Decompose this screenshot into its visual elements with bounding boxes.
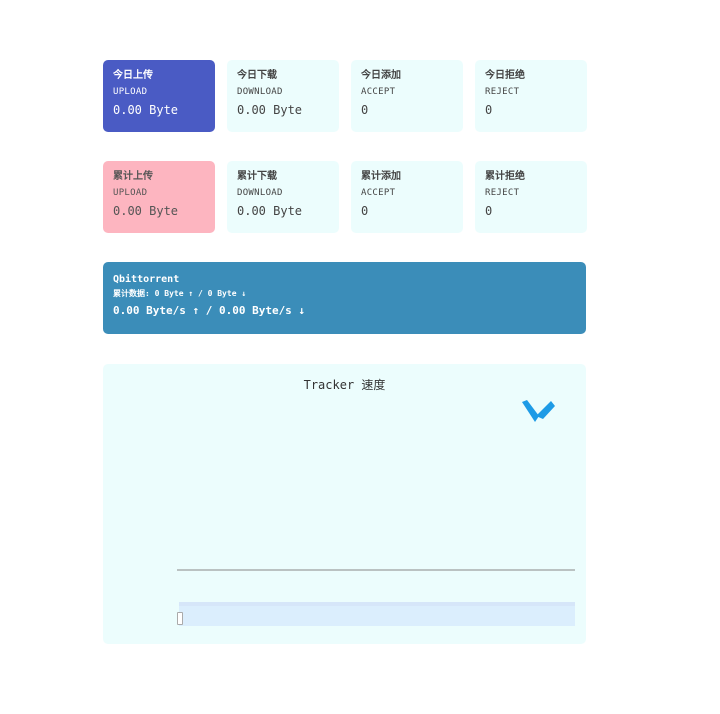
card-title: 今日上传	[113, 70, 153, 81]
total-accept-card: 累计添加 ACCEPT 0	[351, 161, 463, 233]
client-name: Qbittorrent	[113, 274, 180, 285]
client-totals: 累计数据: 0 Byte ↑ / 0 Byte ↓	[113, 289, 247, 298]
today-accept-card: 今日添加 ACCEPT 0	[351, 60, 463, 132]
today-reject-card: 今日拒绝 REJECT 0	[475, 60, 587, 132]
card-subtitle: ACCEPT	[361, 188, 396, 198]
card-subtitle: UPLOAD	[113, 188, 148, 198]
card-subtitle: REJECT	[485, 87, 520, 97]
card-title: 今日拒绝	[485, 70, 525, 81]
total-download-card: 累计下载 DOWNLOAD 0.00 Byte	[227, 161, 339, 233]
card-value: 0.00 Byte	[113, 204, 179, 218]
card-subtitle: ACCEPT	[361, 87, 396, 97]
card-subtitle: REJECT	[485, 188, 520, 198]
today-upload-card: 今日上传 UPLOAD 0.00 Byte	[103, 60, 215, 132]
today-stats-row: 今日上传 UPLOAD 0.00 Byte 今日下载 DOWNLOAD 0.00…	[103, 60, 587, 132]
card-value: 0.00 Byte	[237, 103, 303, 117]
tracker-speed-chart: Tracker 速度	[103, 364, 586, 644]
logo-right-stroke	[536, 401, 555, 419]
card-title: 累计添加	[361, 171, 401, 182]
total-upload-card: 累计上传 UPLOAD 0.00 Byte	[103, 161, 215, 233]
total-reject-card: 累计拒绝 REJECT 0	[475, 161, 587, 233]
card-title: 累计上传	[113, 171, 153, 182]
chart-logo-icon	[522, 400, 555, 422]
card-subtitle: DOWNLOAD	[237, 188, 283, 198]
card-value: 0	[361, 204, 369, 218]
logo-left-stroke	[522, 400, 539, 422]
client-speed: 0.00 Byte/s ↑ / 0.00 Byte/s ↓	[113, 304, 306, 317]
card-value: 0	[361, 103, 369, 117]
total-stats-row: 累计上传 UPLOAD 0.00 Byte 累计下载 DOWNLOAD 0.00…	[103, 161, 587, 233]
card-title: 累计下载	[237, 171, 277, 182]
card-value: 0	[485, 204, 493, 218]
card-title: 累计拒绝	[485, 171, 525, 182]
data-zoom-slider[interactable]	[177, 602, 575, 626]
card-subtitle: UPLOAD	[113, 87, 148, 97]
client-card-qbittorrent[interactable]: Qbittorrent 累计数据: 0 Byte ↑ / 0 Byte ↓ 0.…	[103, 262, 586, 334]
card-title: 今日下载	[237, 70, 277, 81]
card-subtitle: DOWNLOAD	[237, 87, 283, 97]
card-value: 0.00 Byte	[113, 103, 179, 117]
card-value: 0	[485, 103, 493, 117]
card-title: 今日添加	[361, 70, 401, 81]
today-download-card: 今日下载 DOWNLOAD 0.00 Byte	[227, 60, 339, 132]
card-value: 0.00 Byte	[237, 204, 303, 218]
zoom-left-handle[interactable]	[177, 612, 183, 625]
